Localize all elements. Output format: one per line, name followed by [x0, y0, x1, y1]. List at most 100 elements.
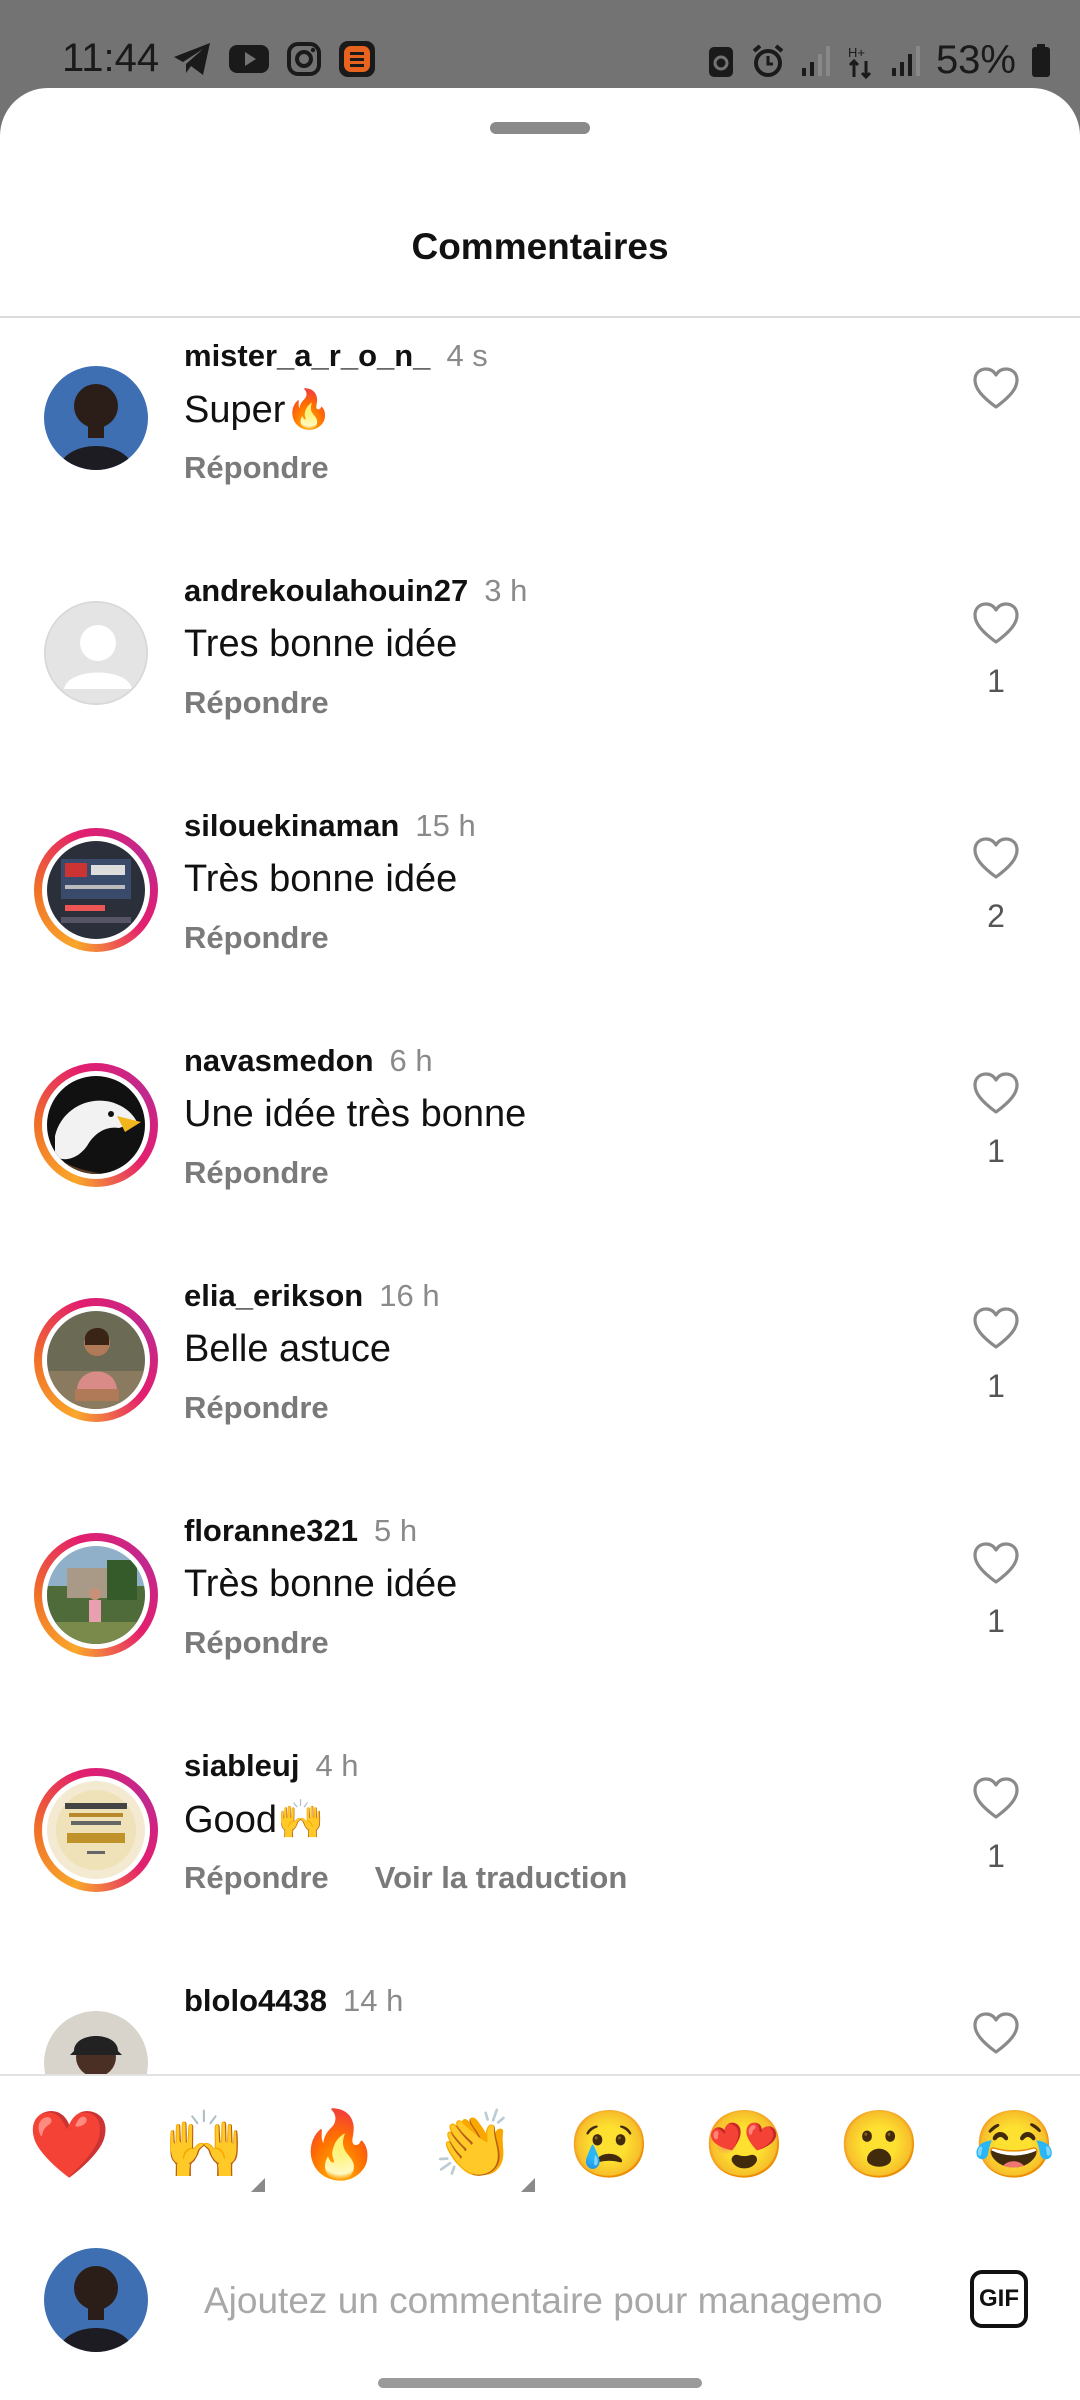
comment-input-bar: GIF: [0, 2212, 1080, 2390]
comment-item: floranne321 5 h Très bonne idée Répondre …: [0, 1493, 1080, 1728]
emoji-glyph: 👏: [433, 2107, 516, 2181]
comment-item: navasmedon 6 h Une idée très bonne Répond…: [0, 1023, 1080, 1258]
reply-button[interactable]: Répondre: [184, 1390, 329, 1425]
heart-icon: [973, 1307, 1019, 1349]
data-icon: H+: [846, 43, 876, 79]
like-button[interactable]: [970, 1541, 1022, 1590]
emoji-fire[interactable]: 🔥: [298, 2104, 380, 2184]
comment-text: Très bonne idée: [184, 1563, 458, 1605]
heart-icon: [973, 1542, 1019, 1584]
emoji-raised-hands[interactable]: 🙌: [163, 2104, 265, 2192]
comment-time: 3 h: [484, 573, 528, 608]
status-bar: 11:44 H+ 53%: [0, 0, 1080, 100]
drag-handle[interactable]: [490, 122, 590, 134]
comment-text: Belle astuce: [184, 1328, 392, 1370]
like-button[interactable]: [970, 836, 1022, 885]
heart-icon: [973, 602, 1019, 644]
comment-time: 4 h: [315, 1748, 359, 1783]
like-button[interactable]: [970, 601, 1022, 650]
emoji-surprised[interactable]: 😮: [838, 2104, 920, 2184]
comment-time: 16 h: [379, 1278, 440, 1313]
emoji-glyph: 🙌: [163, 2107, 246, 2181]
emoji-heart[interactable]: ❤️: [28, 2104, 110, 2184]
emoji-clap[interactable]: 👏: [433, 2104, 535, 2192]
comment-item: elia_erikson 16 h Belle astuce Répondre 1: [0, 1258, 1080, 1493]
comment-text: Une idée très bonne: [184, 1093, 527, 1135]
avatar[interactable]: [34, 828, 158, 952]
heart-icon: [973, 837, 1019, 879]
comment-input[interactable]: [204, 2280, 934, 2322]
battery-percent: 53%: [935, 38, 1016, 82]
avatar[interactable]: [44, 601, 148, 705]
avatar[interactable]: [34, 1063, 158, 1187]
comment-time: 15 h: [415, 808, 476, 843]
variant-indicator: [521, 2178, 535, 2192]
signal-icon: [890, 44, 922, 78]
like-button[interactable]: [970, 366, 1022, 415]
comment-username[interactable]: andrekoulahouin27: [184, 573, 468, 608]
like-count: 1: [987, 1838, 1005, 1874]
status-left-icons: [172, 40, 376, 78]
home-indicator[interactable]: [378, 2378, 702, 2388]
comment-username[interactable]: navasmedon: [184, 1043, 374, 1078]
emoji-heart-eyes[interactable]: 😍: [703, 2104, 785, 2184]
comment-text: Tres bonne idée: [184, 623, 458, 665]
battery-icon: [1030, 43, 1052, 79]
comment-text: Good🙌: [184, 1799, 325, 1841]
status-right-icons: H+ 53%: [706, 38, 1052, 83]
recycle-icon: [706, 43, 736, 79]
like-count: 1: [987, 1368, 1005, 1404]
avatar[interactable]: [34, 1298, 158, 1422]
comment-username[interactable]: silouekinaman: [184, 808, 399, 843]
alarm-icon: [750, 43, 786, 79]
avatar[interactable]: [34, 1533, 158, 1657]
heart-icon: [973, 1777, 1019, 1819]
comment-time: 6 h: [389, 1043, 433, 1078]
like-button[interactable]: [970, 1776, 1022, 1825]
comment-username[interactable]: mister_a_r_o_n_: [184, 338, 430, 373]
heart-icon: [973, 2012, 1019, 2054]
signal-icon: [800, 44, 832, 78]
reply-button[interactable]: Répondre: [184, 920, 329, 955]
reply-button[interactable]: Répondre: [184, 1860, 329, 1895]
like-count: 2: [987, 898, 1005, 934]
like-button[interactable]: [970, 2011, 1022, 2060]
reply-button[interactable]: Répondre: [184, 450, 329, 485]
emoji-joy[interactable]: 😂: [973, 2104, 1055, 2184]
comment-text: Très bonne idée: [184, 858, 458, 900]
emoji-bar: ❤️ 🙌 🔥 👏 😢 😍 😮 😂: [0, 2074, 1080, 2214]
like-button[interactable]: [970, 1306, 1022, 1355]
gif-button[interactable]: GIF: [970, 2270, 1028, 2328]
status-time: 11:44: [62, 36, 160, 80]
like-count: 1: [987, 1133, 1005, 1169]
like-button[interactable]: [970, 1071, 1022, 1120]
comment-username[interactable]: siableuj: [184, 1748, 299, 1783]
variant-indicator: [251, 2178, 265, 2192]
svg-text:H+: H+: [848, 45, 865, 60]
comment-time: 14 h: [343, 1983, 404, 2018]
heart-icon: [973, 367, 1019, 409]
comment-item: siableuj 4 h Good🙌 Répondre Voir la traduc…: [0, 1728, 1080, 1963]
reply-button[interactable]: Répondre: [184, 1625, 329, 1660]
sheet-title: Commentaires: [411, 226, 669, 267]
comment-username[interactable]: blolo4438: [184, 1983, 327, 2018]
comment-time: 4 s: [446, 338, 488, 373]
emoji-cry[interactable]: 😢: [568, 2104, 650, 2184]
like-count: 1: [987, 1603, 1005, 1639]
reply-button[interactable]: Répondre: [184, 1155, 329, 1190]
my-avatar: [44, 2248, 148, 2352]
comments-list[interactable]: mister_a_r_o_n_ 4 s Super🔥 Répondre andre…: [0, 318, 1080, 2156]
comment-username[interactable]: floranne321: [184, 1513, 358, 1548]
app-icon: [338, 40, 376, 78]
comment-item: andrekoulahouin27 3 h Tres bonne idée Rép…: [0, 553, 1080, 788]
comment-item: silouekinaman 15 h Très bonne idée Répond…: [0, 788, 1080, 1023]
comment-username[interactable]: elia_erikson: [184, 1278, 363, 1313]
comment-text: Super🔥: [184, 389, 333, 431]
reply-button[interactable]: Répondre: [184, 685, 329, 720]
telegram-icon: [172, 41, 212, 77]
instagram-icon: [286, 41, 322, 77]
see-translation-button[interactable]: Voir la traduction: [375, 1860, 628, 1895]
avatar[interactable]: [34, 1768, 158, 1892]
comments-sheet: Commentaires mister_a_r_o_n_ 4 s Super🔥 R…: [0, 88, 1080, 2400]
avatar[interactable]: [44, 366, 148, 470]
